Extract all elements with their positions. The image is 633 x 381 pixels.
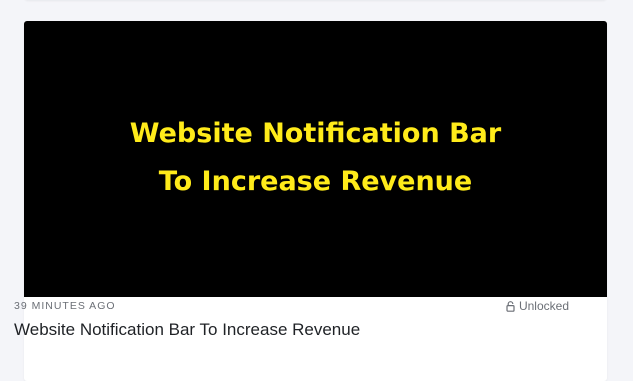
thumbnail-text: Website Notification Bar To Increase Rev… [130, 110, 501, 206]
thumbnail-text-line2: To Increase Revenue [158, 166, 473, 197]
post-thumbnail[interactable]: Website Notification Bar To Increase Rev… [24, 21, 607, 297]
post-title[interactable]: Website Notification Bar To Increase Rev… [14, 320, 360, 340]
thumbnail-text-line1: Website Notification Bar [129, 118, 502, 149]
unlock-status: Unlocked [506, 299, 569, 313]
post-time-ago: 39 MINUTES AGO [14, 300, 116, 312]
post-meta: 39 MINUTES AGO Unlocked [14, 299, 569, 316]
unlock-status-label: Unlocked [518, 299, 569, 313]
lock-open-icon [506, 301, 515, 312]
